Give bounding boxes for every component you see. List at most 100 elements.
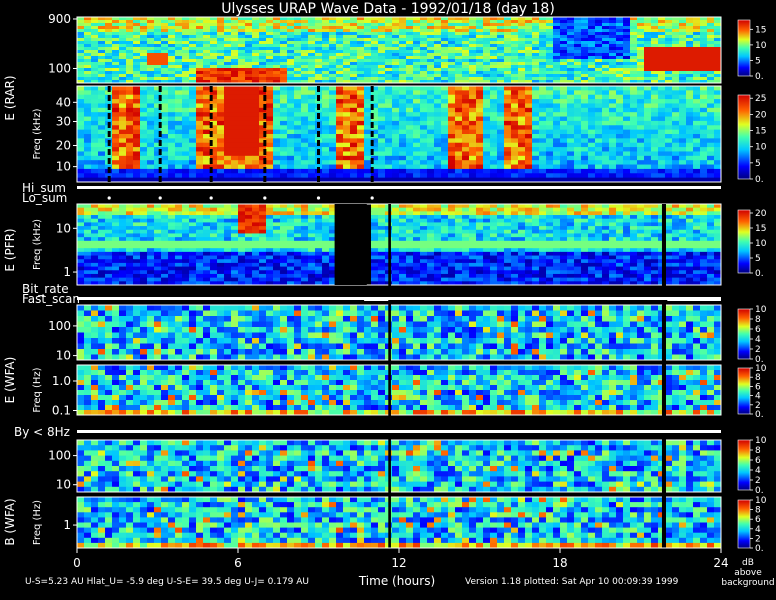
heatmap-cell	[350, 138, 358, 144]
heatmap-cell	[161, 23, 169, 27]
heatmap-cell	[350, 94, 358, 100]
heatmap-cell	[630, 204, 638, 209]
heatmap-cell	[301, 229, 309, 234]
heatmap-cell	[532, 26, 540, 30]
heatmap-cell	[287, 99, 295, 104]
heatmap-cell	[441, 112, 449, 117]
heatmap-cell	[665, 86, 673, 91]
heatmap-cell	[378, 207, 386, 212]
heatmap-cell	[182, 103, 190, 109]
heatmap-cell	[616, 62, 624, 66]
heatmap-cell	[140, 151, 148, 157]
heatmap-cell	[469, 164, 477, 170]
heatmap-cell	[112, 168, 120, 174]
heatmap-cell	[196, 71, 204, 75]
heatmap-cell	[84, 134, 92, 139]
heatmap-cell	[245, 99, 253, 104]
heatmap-cell	[119, 47, 127, 51]
heatmap-cell	[707, 47, 715, 51]
heatmap-cell	[273, 74, 281, 78]
heatmap-cell	[658, 164, 666, 170]
heatmap-cell	[231, 120, 239, 126]
heatmap-cell	[210, 29, 218, 33]
heatmap-cell	[672, 134, 680, 139]
heatmap-cell	[147, 103, 155, 109]
heatmap-cell	[693, 94, 701, 100]
heatmap-cell	[560, 53, 568, 57]
heatmap-cell	[413, 218, 421, 223]
heatmap-cell	[518, 26, 526, 30]
heatmap-cell	[294, 218, 302, 223]
heatmap-cell	[378, 134, 386, 139]
heatmap-cell	[497, 129, 505, 135]
heatmap-cell	[322, 218, 330, 223]
heatmap-cell	[616, 56, 624, 60]
heatmap-cell	[406, 112, 414, 117]
heatmap-cell	[378, 90, 386, 96]
heatmap-cell	[630, 74, 638, 78]
heatmap-cell	[511, 155, 519, 161]
heatmap-cell	[378, 20, 386, 24]
heatmap-cell	[637, 29, 645, 33]
heatmap-cell	[455, 147, 463, 152]
heatmap-cell	[399, 160, 407, 165]
heatmap-cell	[392, 229, 400, 234]
heatmap-cell	[497, 86, 505, 91]
heatmap-cell	[553, 125, 561, 131]
heatmap-cell	[490, 62, 498, 66]
heatmap-cell	[378, 215, 386, 220]
heatmap-cell	[371, 50, 379, 54]
heatmap-cell	[588, 142, 596, 148]
heatmap-cell	[714, 86, 722, 91]
heatmap-cell	[259, 226, 267, 231]
heatmap-cell	[378, 47, 386, 51]
heatmap-cell	[588, 134, 596, 139]
heatmap-cell	[532, 23, 540, 27]
heatmap-cell	[126, 142, 134, 148]
heatmap-cell	[336, 23, 344, 27]
heatmap-cell	[77, 26, 85, 30]
heatmap-cell	[77, 233, 85, 238]
heatmap-cell	[392, 59, 400, 63]
heatmap-cell	[420, 99, 428, 104]
heatmap-cell	[567, 17, 575, 21]
heatmap-cell	[546, 164, 554, 170]
heatmap-cell	[273, 17, 281, 21]
heatmap-cell	[581, 74, 589, 78]
heatmap-cell	[441, 26, 449, 30]
heatmap-cell	[588, 229, 596, 234]
heatmap-cell	[161, 29, 169, 33]
heatmap-cell	[217, 107, 225, 113]
heatmap-cell	[182, 26, 190, 30]
heatmap-cell	[616, 204, 624, 209]
heatmap-cell	[224, 129, 232, 135]
heatmap-cell	[672, 23, 680, 27]
heatmap-cell	[455, 103, 463, 109]
heatmap-cell	[700, 215, 708, 220]
heatmap-cell	[287, 103, 295, 109]
heatmap-cell	[546, 20, 554, 24]
heatmap-cell	[329, 129, 337, 135]
heatmap-cell	[399, 237, 407, 242]
heatmap-cell	[140, 62, 148, 66]
heatmap-cell	[595, 142, 603, 148]
heatmap-cell	[434, 47, 442, 51]
heatmap-cell	[133, 107, 141, 113]
heatmap-cell	[238, 26, 246, 30]
heatmap-cell	[714, 226, 722, 231]
heatmap-cell	[203, 207, 211, 212]
heatmap-cell	[329, 94, 337, 100]
heatmap-cell	[329, 147, 337, 152]
heatmap-cell	[497, 125, 505, 131]
heatmap-cell	[560, 23, 568, 27]
heatmap-cell	[140, 237, 148, 242]
heatmap-cell	[280, 233, 288, 238]
heatmap-cell	[308, 211, 316, 216]
heatmap-cell	[693, 233, 701, 238]
heatmap-cell	[77, 155, 85, 161]
heatmap-cell	[511, 237, 519, 242]
heatmap-cell	[385, 173, 393, 179]
heatmap-cell	[133, 160, 141, 165]
heatmap-cell	[511, 20, 519, 24]
heatmap-cell	[427, 103, 435, 109]
